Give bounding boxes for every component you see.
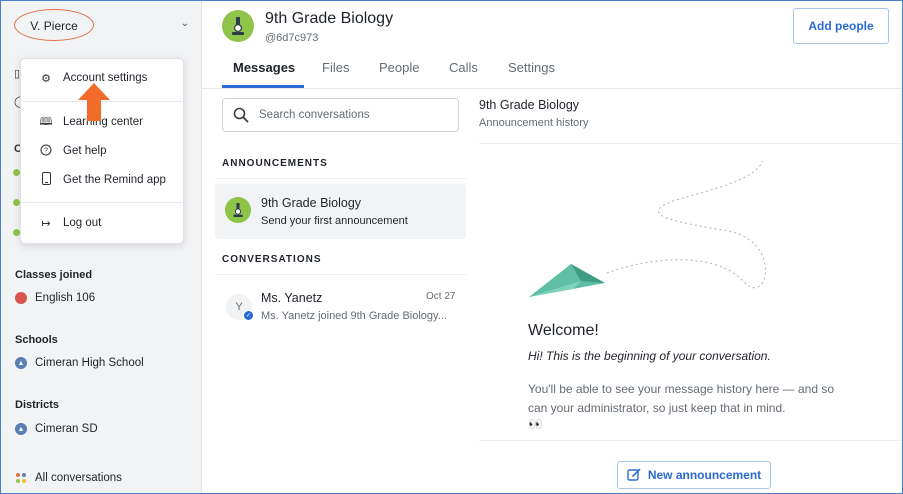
grid-dots-icon	[15, 472, 27, 484]
announcements-heading: ANNOUNCEMENTS	[222, 158, 328, 169]
compose-divider	[479, 440, 902, 441]
class-dot-icon	[13, 199, 20, 206]
header-divider	[202, 88, 902, 89]
pane-divider	[479, 143, 902, 144]
menu-item-log-out[interactable]: ↦ Log out	[21, 212, 185, 234]
tab-files[interactable]: Files	[322, 56, 349, 86]
districts-heading: Districts	[15, 399, 60, 411]
sidebar-item-cimeran-high-school[interactable]: ▲ Cimeran High School	[15, 355, 144, 371]
sidebar-item-label: Cimeran SD	[35, 423, 98, 435]
list-divider	[215, 178, 466, 179]
tab-calls[interactable]: Calls	[449, 56, 478, 86]
sidebar-item-label: English 106	[35, 292, 96, 304]
conversation-preview: Ms. Yanetz joined 9th Grade Biology...	[261, 310, 447, 322]
new-announcement-button[interactable]: New announcement	[617, 461, 771, 489]
menu-item-label: Log out	[63, 217, 102, 229]
tab-people[interactable]: People	[379, 56, 419, 86]
menu-item-get-help[interactable]: ? Get help	[21, 140, 185, 162]
gear-icon: ⚙	[41, 72, 51, 85]
apple-icon	[15, 292, 27, 304]
search-input[interactable]	[259, 109, 449, 121]
add-people-button[interactable]: Add people	[793, 8, 889, 44]
sidebar-item-cimeran-sd[interactable]: ▲ Cimeran SD	[15, 421, 98, 437]
annotation-arrow-icon	[78, 83, 110, 121]
announcement-subtitle: Send your first announcement	[261, 215, 408, 227]
schools-heading: Schools	[15, 334, 58, 346]
conversation-name: Ms. Yanetz	[261, 291, 323, 305]
announcement-name: 9th Grade Biology	[261, 196, 362, 210]
pane-title: 9th Grade Biology	[479, 98, 580, 112]
class-dot-icon	[13, 229, 20, 236]
menu-divider	[21, 202, 185, 203]
class-code: @6d7c973	[265, 32, 319, 44]
user-menu-button[interactable]: V. Pierce	[15, 13, 93, 39]
sidebar-item-english-106[interactable]: English 106	[15, 290, 95, 306]
app-window: V. Pierce ⌄ ▯ ◯ C Classes joined English…	[0, 0, 903, 494]
tab-settings[interactable]: Settings	[508, 56, 555, 86]
menu-item-get-the-remind-app[interactable]: Get the Remind app	[21, 169, 185, 191]
class-avatar	[225, 197, 251, 223]
conversation-item[interactable]: Y ✓ Ms. Yanetz Oct 27 Ms. Yanetz joined …	[215, 283, 466, 333]
verified-badge-icon: ✓	[243, 310, 254, 321]
sidebar-item-label: All conversations	[35, 472, 122, 484]
chevron-down-icon[interactable]: ⌄	[179, 18, 191, 30]
conversation-date: Oct 27	[426, 291, 456, 302]
search-icon	[233, 107, 249, 123]
logout-icon: ↦	[41, 217, 51, 230]
eyes-emoji: 👀	[528, 417, 543, 431]
microscope-icon	[233, 203, 243, 217]
welcome-intro: Hi! This is the beginning of your conver…	[528, 349, 771, 363]
user-name: V. Pierce	[30, 19, 78, 33]
classes-joined-heading: Classes joined	[15, 269, 93, 281]
compose-icon	[627, 468, 641, 481]
microscope-icon	[232, 17, 244, 35]
page-title: 9th Grade Biology	[265, 10, 394, 27]
help-circle-icon: ?	[39, 144, 53, 159]
list-divider	[215, 274, 466, 275]
book-icon: 🕮	[39, 115, 53, 128]
conversations-heading: CONVERSATIONS	[222, 254, 322, 265]
welcome-note: You'll be able to see your message histo…	[528, 382, 835, 415]
class-avatar	[222, 10, 254, 42]
search-box[interactable]	[222, 98, 459, 132]
school-icon: ▲	[15, 357, 27, 369]
pane-subtitle: Announcement history	[479, 117, 589, 129]
announcement-item[interactable]: 9th Grade Biology Send your first announ…	[215, 184, 466, 239]
welcome-heading: Welcome!	[528, 322, 599, 339]
class-dot-icon	[13, 169, 20, 176]
phone-icon	[39, 172, 53, 188]
new-announcement-label: New announcement	[647, 468, 762, 482]
paper-plane-icon	[529, 161, 766, 297]
tab-messages[interactable]: Messages	[233, 56, 295, 86]
sidebar-item-label: Cimeran High School	[35, 357, 144, 369]
menu-item-label: Get help	[63, 145, 107, 157]
district-icon: ▲	[15, 423, 27, 435]
menu-item-label: Get the Remind app	[63, 174, 166, 186]
svg-text:?: ?	[44, 147, 48, 154]
sidebar-item-all-conversations[interactable]: All conversations	[15, 470, 122, 486]
